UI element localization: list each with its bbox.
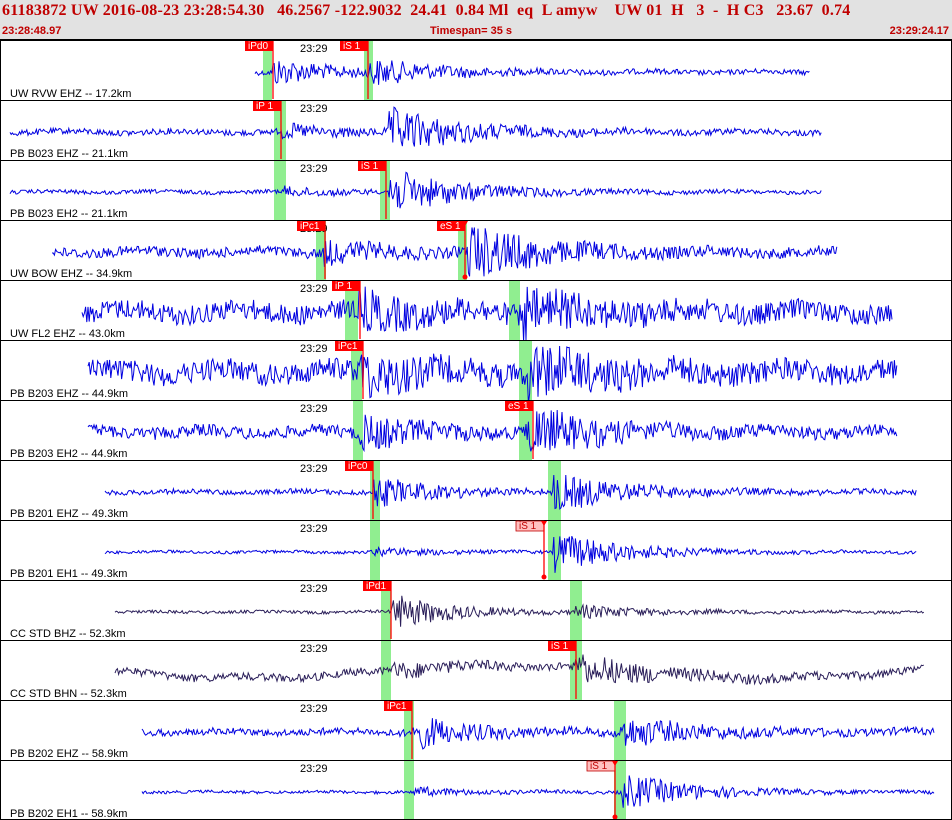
channel-label: UW RVW EHZ -- 17.2km <box>10 88 131 100</box>
seismogram-panel[interactable]: 23:29 iPd0 iS 1 UW RVW EHZ -- 17.2km 23:29 iP… <box>0 40 952 820</box>
waveform <box>52 227 838 277</box>
waveform <box>81 283 893 342</box>
pick-label: iPd0 <box>248 41 268 52</box>
minute-tick-label: 23:29 <box>300 43 328 55</box>
pick-label: iPc1 <box>338 341 358 352</box>
channel-label: PB B202 EH1 -- 58.9km <box>10 808 127 820</box>
trace-row[interactable]: 23:29 iPd1 CC STD BHZ -- 52.3km <box>0 580 952 641</box>
pick-label: iS 1 <box>590 761 608 772</box>
pick-label: iS 1 <box>343 41 361 52</box>
trace-row[interactable]: 23:29 iS 1 PB B023 EH2 -- 21.1km <box>0 160 952 221</box>
channel-label: PB B201 EHZ -- 49.3km <box>10 508 128 520</box>
trace-row[interactable]: 23:29 iPc0 PB B201 EHZ -- 49.3km <box>0 460 952 521</box>
pick-label: iPc1 <box>300 221 320 232</box>
channel-label: PB B203 EH2 -- 44.9km <box>10 448 127 460</box>
channel-label: PB B023 EHZ -- 21.1km <box>10 148 128 160</box>
pick-label: iS 1 <box>551 641 569 652</box>
pick-label: iPc0 <box>348 461 368 472</box>
waveform <box>114 654 924 686</box>
channel-label: PB B201 EH1 -- 49.3km <box>10 568 127 580</box>
trace-row[interactable]: 23:29iPc1eS 1UW BOW EHZ -- 34.9km <box>0 220 952 281</box>
trace-row[interactable]: 23:29 iPd0 iS 1 UW RVW EHZ -- 17.2km <box>0 40 952 101</box>
pick-marker-bottom <box>612 814 618 820</box>
minute-tick-label: 23:29 <box>300 703 328 715</box>
trace-row[interactable]: 23:29 iPc1 PB B202 EHZ -- 58.9km <box>0 700 952 761</box>
minute-tick-label: 23:29 <box>300 343 328 355</box>
waveform <box>104 474 917 510</box>
timespan-label: Timespan= 35 s <box>430 25 513 37</box>
minute-tick-label: 23:29 <box>300 583 328 595</box>
minute-tick-label: 23:29 <box>300 103 328 115</box>
trace-row[interactable]: 23:29 eS 1 PB B203 EH2 -- 44.9km <box>0 400 952 461</box>
minute-tick-label: 23:29 <box>300 643 328 655</box>
minute-tick-label: 23:29 <box>300 523 328 535</box>
trace-row[interactable]: 23:29 iS 1 PB B201 EH1 -- 49.3km <box>0 520 952 581</box>
event-header: 61183872 UW 2016-08-23 23:28:54.30 46.25… <box>0 0 952 40</box>
pick-label: iS 1 <box>519 521 537 532</box>
waveform <box>9 171 822 209</box>
pick-label: eS 1 <box>508 401 529 412</box>
waveform <box>87 345 898 404</box>
trace-row[interactable]: 23:29 iS 1 CC STD BHN -- 52.3km <box>0 640 952 701</box>
waveform <box>141 775 935 808</box>
pick-label: iP 1 <box>335 281 352 292</box>
start-time: 23:28:48.97 <box>2 25 62 37</box>
pick-window-band <box>570 581 582 640</box>
minute-tick-label: 23:29 <box>300 763 328 775</box>
pick-label: iPd1 <box>366 581 386 592</box>
pick-marker-bottom <box>541 574 547 580</box>
channel-label: CC STD BHZ -- 52.3km <box>10 628 126 640</box>
waveform <box>9 106 822 147</box>
waveform <box>141 718 935 750</box>
trace-row[interactable]: 23:29 iPc1 PB B203 EHZ -- 44.9km <box>0 340 952 404</box>
channel-label: UW BOW EHZ -- 34.9km <box>10 268 132 280</box>
pick-window-band <box>404 761 414 820</box>
minute-tick-label: 23:29 <box>300 283 328 295</box>
minute-tick-label: 23:29 <box>300 463 328 475</box>
pick-window-band <box>353 401 363 460</box>
channel-label: PB B203 EHZ -- 44.9km <box>10 388 128 400</box>
trace-row[interactable]: 23:29 iP 1 UW FL2 EHZ -- 43.0km <box>0 280 952 342</box>
channel-label: PB B023 EH2 -- 21.1km <box>10 208 127 220</box>
waveform <box>254 60 810 85</box>
waveform <box>87 409 898 453</box>
pick-label: eS 1 <box>440 221 461 232</box>
waveform <box>114 595 925 627</box>
pick-label: iP 1 <box>256 101 273 112</box>
trace-row[interactable]: 23:29 iS 1 PB B202 EH1 -- 58.9km <box>0 760 952 820</box>
pick-label: iPc1 <box>387 701 407 712</box>
minute-tick-label: 23:29 <box>300 403 328 415</box>
trace-row[interactable]: 23:29 iP 1 PB B023 EHZ -- 21.1km <box>0 100 952 161</box>
channel-label: UW FL2 EHZ -- 43.0km <box>10 328 125 340</box>
channel-label: CC STD BHN -- 52.3km <box>10 688 127 700</box>
event-summary: 61183872 UW 2016-08-23 23:28:54.30 46.25… <box>2 2 851 19</box>
waveform <box>104 536 917 573</box>
channel-label: PB B202 EHZ -- 58.9km <box>10 748 128 760</box>
end-time: 23:29:24.17 <box>889 25 949 37</box>
minute-tick-label: 23:29 <box>300 163 328 175</box>
pick-marker-bottom <box>462 274 468 280</box>
pick-label: iS 1 <box>361 161 379 172</box>
